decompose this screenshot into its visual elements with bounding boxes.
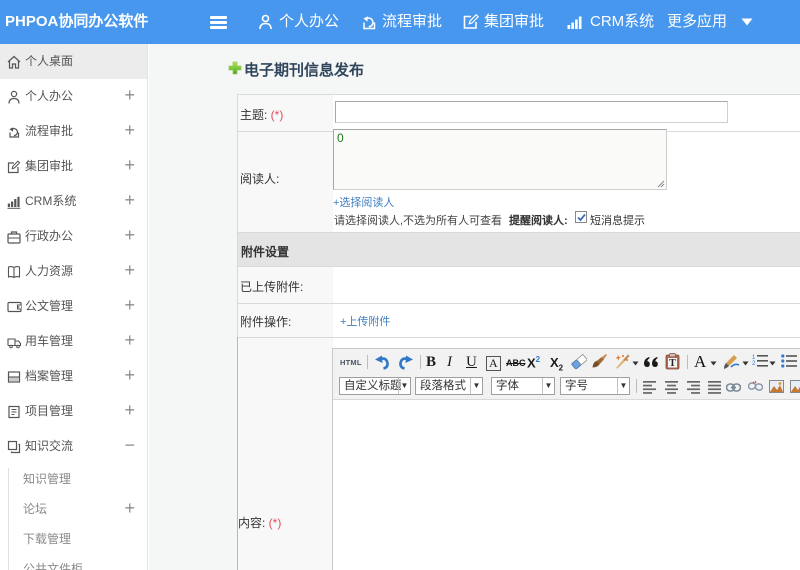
svg-text:2: 2 (752, 361, 756, 367)
svg-text:T: T (669, 358, 676, 369)
